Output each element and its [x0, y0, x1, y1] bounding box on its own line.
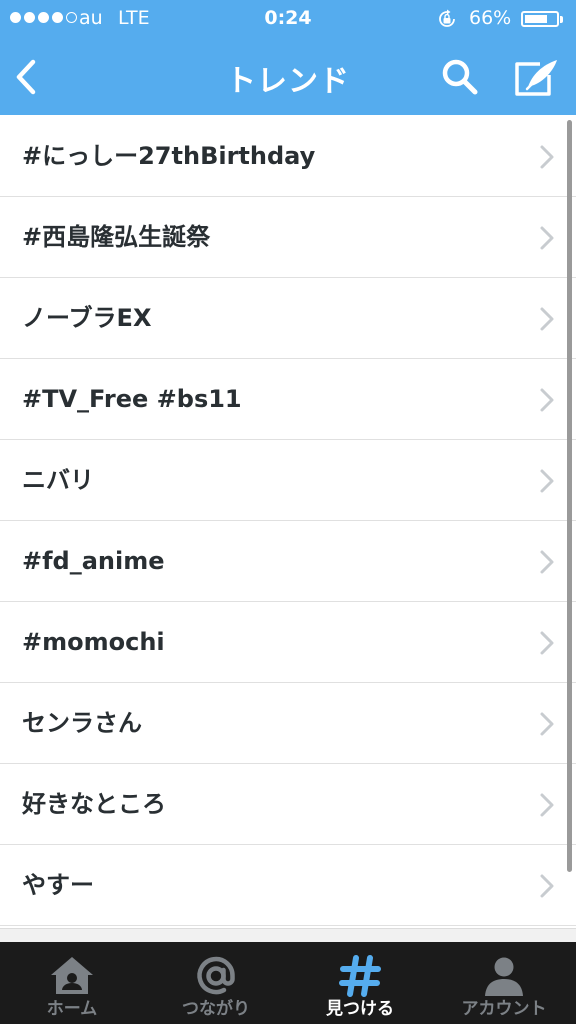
trend-label: #momochi: [22, 628, 165, 656]
trends-list: #にっしー27thBirthday #西島隆弘生誕祭 ノーブラEX #TV_Fr…: [0, 116, 576, 928]
tab-home[interactable]: ホーム: [0, 942, 144, 1024]
header: au LTE 0:24 66% トレンド: [0, 0, 576, 115]
trend-item[interactable]: #にっしー27thBirthday: [0, 116, 576, 197]
trend-label: 好きなところ: [22, 790, 166, 818]
trend-label: #にっしー27thBirthday: [22, 142, 316, 170]
trend-item[interactable]: やすー: [0, 845, 576, 926]
chevron-right-icon: [540, 550, 554, 574]
rotation-lock-icon: [439, 9, 455, 27]
trend-item[interactable]: #momochi: [0, 602, 576, 683]
navigation-bar: トレンド: [0, 38, 576, 115]
trend-label: ノーブラEX: [22, 304, 152, 332]
trend-label: ニバリ: [22, 466, 94, 494]
trend-item[interactable]: #西島隆弘生誕祭: [0, 197, 576, 278]
trend-label: センラさん: [22, 709, 142, 737]
battery-icon: [521, 11, 559, 27]
battery-percentage: 66%: [469, 7, 512, 29]
chevron-right-icon: [540, 226, 554, 250]
chevron-right-icon: [540, 712, 554, 736]
battery-tip: [560, 16, 563, 23]
page-title: トレンド: [226, 64, 350, 99]
tab-label: ホーム: [46, 999, 98, 1019]
tab-label: アカウント: [461, 999, 547, 1019]
trend-item[interactable]: ニバリ: [0, 440, 576, 521]
trend-label: #TV_Free #bs11: [22, 385, 242, 413]
tab-bar: ホーム つながり 見つける アカウント: [0, 942, 576, 1024]
home-icon: [51, 957, 93, 994]
trend-item[interactable]: ノーブラEX: [0, 278, 576, 359]
tab-connect[interactable]: つながり: [144, 942, 288, 1024]
chevron-right-icon: [540, 874, 554, 898]
chevron-right-icon: [540, 145, 554, 169]
chevron-right-icon: [540, 631, 554, 655]
tab-account[interactable]: アカウント: [432, 942, 576, 1024]
chevron-right-icon: [540, 388, 554, 412]
scrollbar[interactable]: [567, 120, 572, 872]
chevron-right-icon: [540, 307, 554, 331]
trend-item[interactable]: #TV_Free #bs11: [0, 359, 576, 440]
trend-item[interactable]: センラさん: [0, 683, 576, 764]
compose-icon[interactable]: [512, 55, 562, 99]
tab-label: つながり: [182, 999, 250, 1019]
list-footer-divider: [0, 928, 576, 942]
trend-item[interactable]: 好きなところ: [0, 764, 576, 845]
person-icon: [485, 957, 523, 996]
trend-item[interactable]: #fd_anime: [0, 521, 576, 602]
tab-label: 見つける: [326, 999, 394, 1019]
trend-label: #fd_anime: [22, 547, 165, 575]
search-icon[interactable]: [440, 57, 480, 97]
chevron-right-icon: [540, 469, 554, 493]
at-icon: [197, 956, 235, 995]
trend-label: やすー: [22, 871, 94, 899]
status-bar: au LTE 0:24 66%: [0, 0, 576, 38]
tab-discover[interactable]: 見つける: [288, 942, 432, 1024]
hashtag-icon: [339, 955, 381, 997]
chevron-right-icon: [540, 793, 554, 817]
trend-label: #西島隆弘生誕祭: [22, 223, 211, 251]
